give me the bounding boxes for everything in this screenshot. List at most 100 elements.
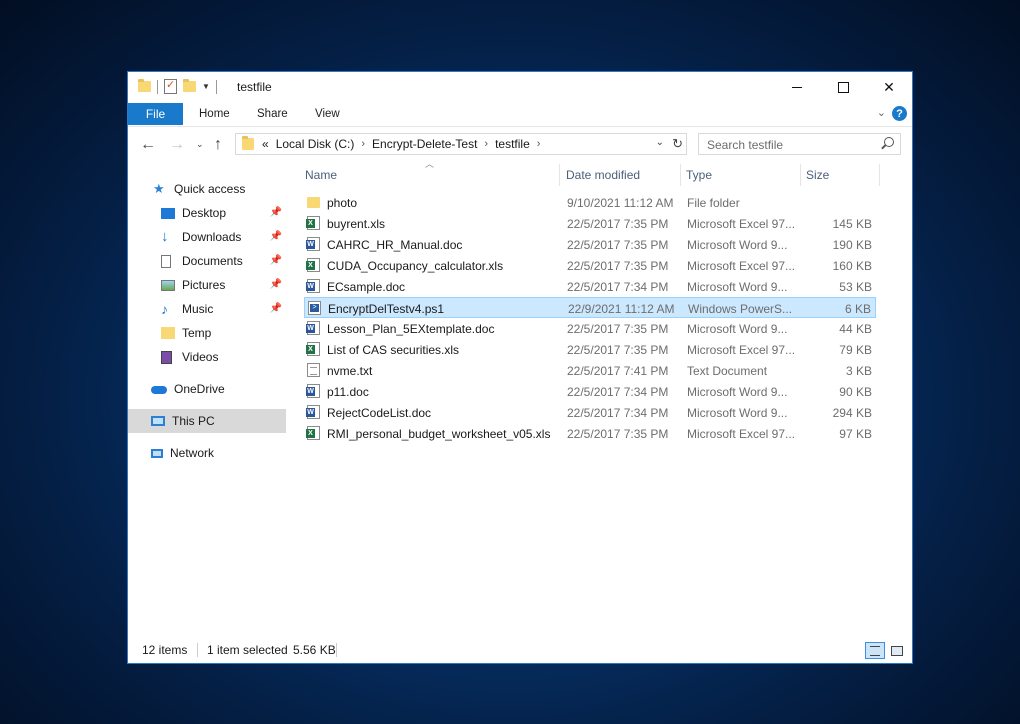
chevron-right-icon[interactable]: › — [537, 138, 541, 150]
file-type: File folder — [687, 196, 740, 210]
divider — [157, 79, 158, 94]
tab-view[interactable]: View — [315, 108, 340, 120]
powershell-file-icon — [308, 301, 321, 315]
file-row[interactable]: CUDA_Occupancy_calculator.xls 22/5/2017 7… — [304, 255, 876, 276]
file-size: 44 KB — [839, 322, 872, 336]
file-row[interactable]: p11.doc 22/5/2017 7:34 PM Microsoft Word 9… — [304, 381, 876, 402]
column-header-type[interactable]: Type — [686, 168, 712, 190]
file-date-modified: 22/5/2017 7:35 PM — [567, 343, 669, 357]
sidebar-item-onedrive[interactable]: OneDrive — [128, 377, 286, 401]
file-size: 145 KB — [832, 217, 872, 231]
file-size: 53 KB — [839, 280, 872, 294]
breadcrumb-encrypt-delete-test[interactable]: Encrypt-Delete-Test — [372, 137, 477, 151]
file-size: 3 KB — [845, 364, 872, 378]
overflow-icon[interactable]: « — [262, 137, 269, 151]
column-header-name[interactable]: Name — [305, 168, 337, 190]
sidebar-item-music[interactable]: ♪ Music 📌 — [128, 297, 286, 321]
back-arrow-icon[interactable]: ← — [140, 136, 156, 154]
file-name: buyrent.xls — [327, 217, 386, 231]
search-icon — [884, 137, 894, 147]
file-name: p11.doc — [327, 385, 369, 399]
customize-toolbar-icon[interactable]: ▼ — [202, 82, 210, 91]
pin-icon[interactable]: 📌 — [270, 303, 282, 314]
file-row[interactable]: photo 9/10/2021 11:12 AM File folder — [304, 192, 876, 213]
tab-home[interactable]: Home — [199, 108, 230, 120]
file-row[interactable]: RejectCodeList.doc 22/5/2017 7:34 PM Micro… — [304, 402, 876, 423]
forward-arrow-icon[interactable]: → — [169, 136, 185, 154]
column-header-date-modified[interactable]: Date modified — [566, 168, 640, 190]
pin-icon[interactable]: 📌 — [270, 231, 282, 242]
sidebar-item-downloads[interactable]: ↓ Downloads 📌 — [128, 225, 286, 249]
file-name: Lesson_Plan_5EXtemplate.doc — [327, 322, 495, 336]
up-arrow-icon[interactable]: ↑ — [214, 136, 222, 154]
file-row[interactable]: nvme.txt 22/5/2017 7:41 PM Text Document 3 … — [304, 360, 876, 381]
excel-file-icon — [306, 426, 320, 440]
tab-file[interactable]: File — [128, 103, 183, 125]
tab-share[interactable]: Share — [257, 108, 288, 120]
sidebar-item-label: This PC — [172, 414, 215, 428]
file-type: Microsoft Excel 97... — [687, 427, 796, 441]
sidebar-item-desktop[interactable]: Desktop 📌 — [128, 201, 286, 225]
sidebar-item-this-pc[interactable]: This PC — [128, 409, 286, 433]
column-header-size[interactable]: Size — [806, 168, 829, 190]
file-row[interactable]: ECsample.doc 22/5/2017 7:34 PM Microsoft W… — [304, 276, 876, 297]
chevron-right-icon[interactable]: › — [361, 138, 365, 150]
sidebar-item-pictures[interactable]: Pictures 📌 — [128, 273, 286, 297]
file-size: 79 KB — [839, 343, 872, 357]
file-type: Microsoft Word 9... — [687, 385, 788, 399]
file-row[interactable]: Lesson_Plan_5EXtemplate.doc 22/5/2017 7:3… — [304, 318, 876, 339]
recent-locations-icon[interactable]: ⌄ — [196, 139, 204, 150]
large-icons-view-button[interactable] — [887, 642, 907, 659]
file-type: Microsoft Excel 97... — [687, 259, 796, 273]
sidebar-item-label: OneDrive — [174, 382, 225, 396]
help-icon[interactable]: ? — [892, 106, 907, 121]
file-row[interactable]: buyrent.xls 22/5/2017 7:35 PM Microsoft Ex… — [304, 213, 876, 234]
selection-size: 5.56 KB — [293, 643, 336, 657]
sidebar-item-temp[interactable]: Temp — [128, 321, 286, 345]
pin-icon[interactable]: 📌 — [270, 207, 282, 218]
item-count: 12 items — [142, 643, 188, 657]
search-input[interactable]: Search testfile — [698, 133, 901, 155]
file-row[interactable]: RMI_personal_budget_worksheet_v05.xls 22/… — [304, 423, 876, 444]
sidebar-item-label: Temp — [182, 326, 212, 340]
column-divider[interactable] — [559, 164, 560, 186]
sidebar-item-videos[interactable]: Videos — [128, 345, 286, 369]
star-icon: ★ — [153, 181, 165, 196]
sidebar-item-label: Pictures — [182, 278, 226, 292]
column-divider[interactable] — [680, 164, 681, 186]
file-size: 90 KB — [839, 385, 872, 399]
file-row[interactable]: List of CAS securities.xls 22/5/2017 7:35… — [304, 339, 876, 360]
breadcrumb-local-disk[interactable]: Local Disk (C:) — [276, 137, 355, 151]
excel-file-icon — [306, 258, 320, 272]
file-name: EncryptDelTestv4.ps1 — [328, 302, 445, 316]
pin-icon[interactable]: 📌 — [270, 279, 282, 290]
details-view-button[interactable] — [865, 642, 885, 659]
sidebar-item-label: Quick access — [174, 182, 246, 196]
sidebar-item-documents[interactable]: Documents 📌 — [128, 249, 286, 273]
minimize-button[interactable] — [774, 72, 820, 102]
sidebar-item-network[interactable]: Network — [128, 441, 286, 465]
videos-icon — [161, 350, 172, 364]
close-button[interactable]: ✕ — [866, 72, 912, 102]
ribbon: File Home Share View ⌄ ? — [128, 102, 912, 127]
address-bar[interactable]: « Local Disk (C:) › Encrypt-Delete-Test … — [235, 133, 687, 155]
divider — [197, 643, 198, 657]
pin-icon[interactable]: 📌 — [270, 255, 282, 266]
file-size: 97 KB — [839, 427, 872, 441]
file-row[interactable]: CAHRC_HR_Manual.doc 22/5/2017 7:35 PM Micr… — [304, 234, 876, 255]
refresh-icon[interactable]: ↻ — [672, 136, 683, 152]
excel-file-icon — [306, 216, 320, 230]
expand-ribbon-icon[interactable]: ⌄ — [877, 106, 886, 119]
address-dropdown-icon[interactable]: ⌄ — [656, 137, 664, 148]
file-size: 190 KB — [832, 238, 872, 252]
file-date-modified: 22/5/2017 7:41 PM — [567, 364, 669, 378]
new-folder-icon[interactable] — [183, 79, 196, 92]
column-divider[interactable] — [800, 164, 801, 186]
sidebar-item-quick-access[interactable]: ★ Quick access — [128, 177, 286, 201]
file-row[interactable]: EncryptDelTestv4.ps1 22/9/2021 11:12 AM Wi… — [304, 297, 876, 318]
maximize-button[interactable] — [820, 72, 866, 102]
breadcrumb-testfile[interactable]: testfile — [495, 137, 530, 151]
chevron-right-icon[interactable]: › — [484, 138, 488, 150]
column-divider[interactable] — [879, 164, 880, 186]
properties-icon[interactable] — [164, 78, 177, 94]
